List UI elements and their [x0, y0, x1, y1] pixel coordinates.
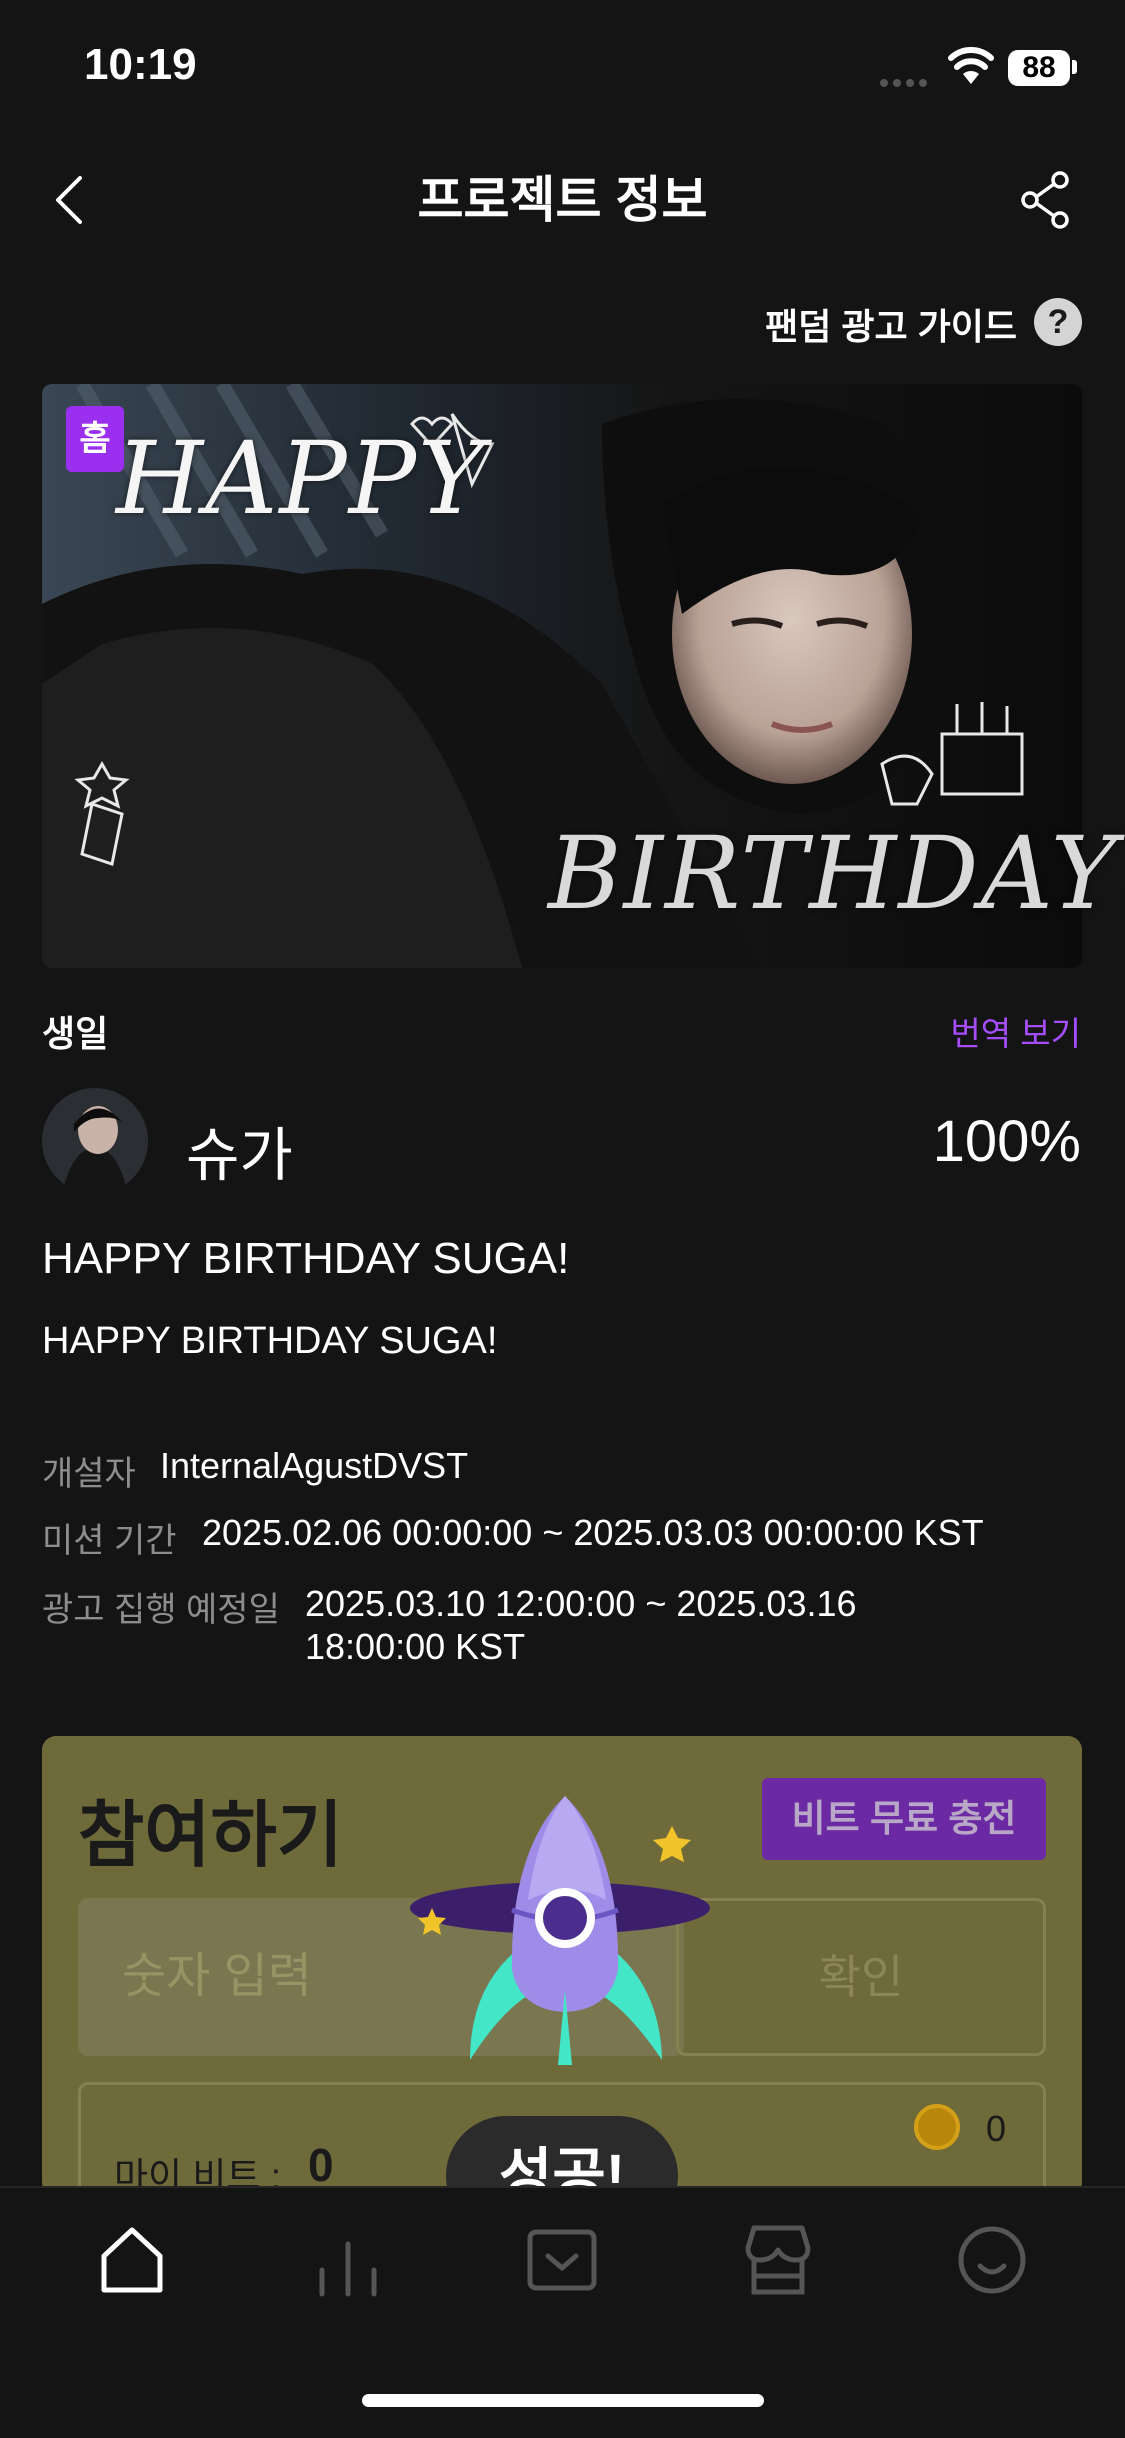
- status-time: 10:19: [84, 40, 197, 89]
- share-icon[interactable]: [1018, 170, 1074, 230]
- coin-value: 0: [986, 2108, 1007, 2149]
- page-title: 프로젝트 정보: [417, 172, 708, 228]
- cellular-signal-icon: [880, 74, 932, 87]
- artist-name: 슈가: [186, 1123, 293, 1188]
- mission-icon[interactable]: [522, 2220, 602, 2300]
- creator-label: 개설자: [42, 1455, 136, 1493]
- ad-schedule-label: 광고 집행 예정일: [42, 1591, 280, 1629]
- battery-indicator: 88: [1008, 50, 1070, 86]
- ad-schedule-line-2: 18:00:00 KST: [305, 1626, 526, 1667]
- confirm-button[interactable]: 확인: [676, 1898, 1046, 2056]
- battery-tip: [1072, 60, 1077, 74]
- project-category: 생일: [42, 1013, 109, 1054]
- profile-icon[interactable]: [952, 2220, 1032, 2300]
- project-subtitle: HAPPY BIRTHDAY SUGA!: [42, 1320, 498, 1362]
- help-icon[interactable]: ?: [1034, 298, 1082, 346]
- participate-title: 참여하기: [78, 1796, 343, 1876]
- banner-birthday-text: BIRTHDAY!: [548, 815, 1125, 932]
- artist-avatar[interactable]: [42, 1088, 148, 1194]
- rocket-icon: [410, 1796, 710, 2065]
- chart-icon[interactable]: [308, 2220, 388, 2300]
- home-icon[interactable]: [92, 2220, 172, 2300]
- mission-period-value: 2025.02.06 00:00:00 ~ 2025.03.03 00:00:0…: [202, 1512, 984, 1553]
- store-icon[interactable]: [738, 2220, 818, 2300]
- home-indicator[interactable]: [362, 2394, 764, 2407]
- ad-guide-link[interactable]: 팬덤 광고 가이드: [765, 298, 1017, 350]
- free-bit-charge-button[interactable]: 비트 무료 충전: [762, 1778, 1046, 1860]
- project-title: HAPPY BIRTHDAY SUGA!: [42, 1234, 570, 1283]
- banner-happy-text: HAPPY: [116, 420, 487, 537]
- mission-period-label: 미션 기간: [42, 1522, 177, 1560]
- progress-percent: 100%: [932, 1109, 1081, 1174]
- my-bit-value: 0: [308, 2139, 334, 2191]
- ad-schedule-value: 2025.03.10 12:00:00 ~ 2025.03.16 18:00:0…: [305, 1582, 857, 1668]
- translate-link[interactable]: 번역 보기: [950, 1007, 1081, 1055]
- wifi-icon: [948, 47, 994, 84]
- creator-value: InternalAgustDVST: [160, 1445, 469, 1486]
- coin-icon: [914, 2104, 960, 2150]
- ad-schedule-line-1: 2025.03.10 12:00:00 ~ 2025.03.16: [305, 1583, 857, 1624]
